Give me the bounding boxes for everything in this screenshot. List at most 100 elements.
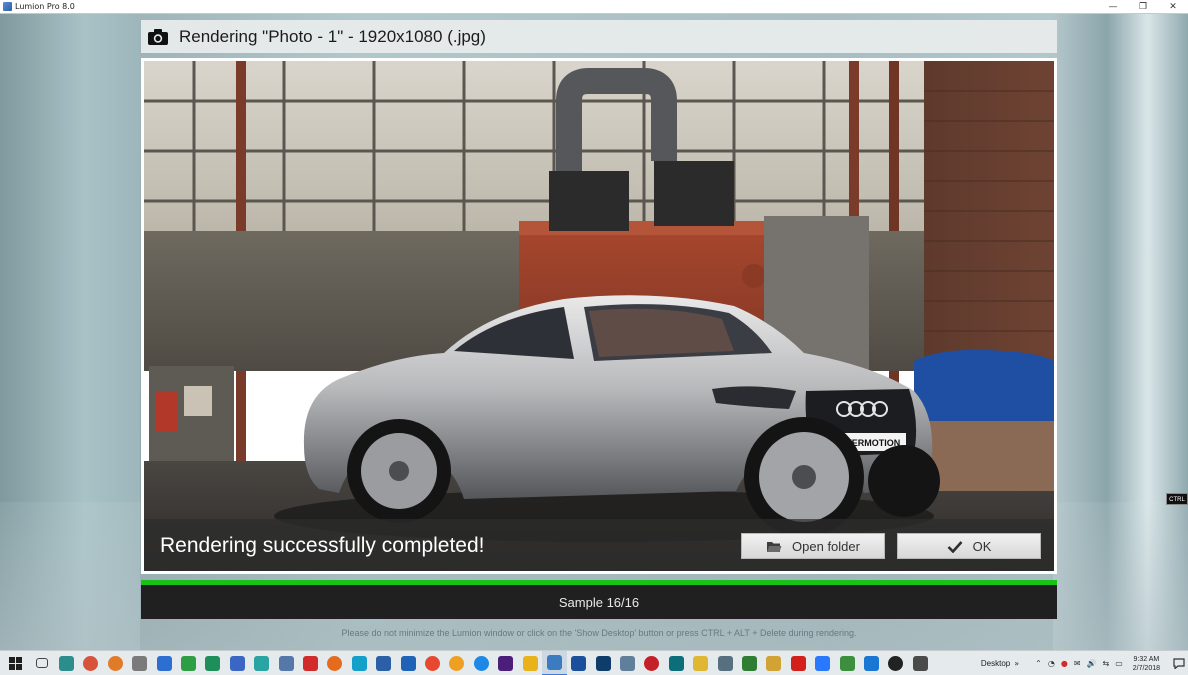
keyboard-icon[interactable]: ▭ (1115, 659, 1123, 668)
app-icon-34-glyph (863, 655, 879, 671)
app-icon-32[interactable] (811, 651, 835, 675)
app-icon-10-glyph (278, 655, 294, 671)
app-icon-4[interactable] (128, 651, 152, 675)
folder-icon (767, 541, 782, 552)
window-titlebar: Lumion Pro 8.0 — ❐ ✕ (0, 0, 1188, 14)
app-icon-36-glyph (912, 655, 928, 671)
windows-taskbar: Desktop » ⌃ ◔ ● ✉ 🔊 ⇆ ▭ 9:32 AM 2/7/2018 (0, 650, 1188, 675)
windows-logo-icon (8, 656, 22, 670)
ok-button[interactable]: OK (897, 533, 1041, 559)
acrobat-icon[interactable] (786, 651, 810, 675)
app-icon-13[interactable] (347, 651, 371, 675)
app-icon-10[interactable] (274, 651, 298, 675)
app-icon-27-glyph (693, 655, 709, 671)
ctrl-key-overlay: CTRL (1166, 493, 1188, 505)
start-button[interactable] (0, 651, 30, 675)
window-controls: — ❐ ✕ (1098, 0, 1188, 14)
app-icon-25[interactable] (640, 651, 664, 675)
app-icon-1-glyph (59, 655, 75, 671)
app-icon-3-glyph (107, 655, 123, 671)
app-icon-14[interactable] (371, 651, 395, 675)
app-icon-28[interactable] (713, 651, 737, 675)
volume-icon[interactable]: 🔊 (1087, 659, 1097, 668)
photoshop-icon-glyph (595, 655, 611, 671)
taskbar-app-list (30, 650, 932, 675)
restore-button[interactable]: ❐ (1128, 0, 1158, 14)
close-button[interactable]: ✕ (1158, 0, 1188, 14)
render-dialog-header: Rendering "Photo - 1" - 1920x1080 (.jpg) (141, 20, 1057, 53)
app-icon-16-glyph (424, 655, 440, 671)
app-icon-4-glyph (132, 655, 148, 671)
app-icon-30[interactable] (762, 651, 786, 675)
app-icon-24[interactable] (615, 651, 639, 675)
app-icon-6[interactable] (176, 651, 200, 675)
firefox-icon[interactable] (323, 651, 347, 675)
app-icon-34[interactable] (859, 651, 883, 675)
completion-message: Rendering successfully completed! (160, 534, 485, 557)
app-icon-11-glyph (302, 655, 318, 671)
rendered-photo: EVERMOTION (144, 61, 1054, 571)
tray-app-icon-1[interactable]: ◔ (1048, 659, 1055, 668)
app-icon-7-glyph (205, 655, 221, 671)
app-icon-20[interactable] (518, 651, 542, 675)
open-folder-label: Open folder (792, 538, 860, 554)
app-icon-27[interactable] (689, 651, 713, 675)
app-icon-5[interactable] (152, 651, 176, 675)
checkmark-icon (947, 540, 963, 553)
render-warning-hint: Please do not minimize the Lumion window… (341, 628, 857, 638)
clock-date: 2/7/2018 (1132, 664, 1160, 672)
app-icon-35[interactable] (884, 651, 908, 675)
app-icon-6-glyph (181, 655, 197, 671)
app-icon-9[interactable] (250, 651, 274, 675)
lumion-app-icon (3, 2, 12, 11)
taskbar-clock[interactable]: 9:32 AM 2/7/2018 (1133, 655, 1160, 673)
notification-button[interactable] (1170, 651, 1188, 675)
app-icon-35-glyph (888, 655, 904, 671)
app-icon-26-glyph (668, 655, 684, 671)
desktop-toolbar-chevron[interactable]: » (1014, 659, 1019, 668)
network-icon[interactable]: ⇆ (1102, 659, 1109, 668)
app-icon-2[interactable] (79, 651, 103, 675)
photoshop-icon[interactable] (591, 651, 615, 675)
app-icon-17[interactable] (445, 651, 469, 675)
app-icon-29[interactable] (737, 651, 761, 675)
render-preview: EVERMOTION (141, 58, 1057, 574)
dialog-title: Rendering "Photo - 1" - 1920x1080 (.jpg) (179, 26, 486, 46)
acrobat-icon-glyph (790, 655, 806, 671)
tray-app-icon-2[interactable]: ● (1061, 659, 1068, 668)
open-folder-button[interactable]: Open folder (741, 533, 885, 559)
app-icon-29-glyph (742, 655, 758, 671)
app-icon-2-glyph (83, 655, 99, 671)
app-icon-24-glyph (620, 655, 636, 671)
app-icon-11[interactable] (298, 651, 322, 675)
app-icon-7[interactable] (201, 651, 225, 675)
app-icon-9-glyph (254, 655, 270, 671)
app-icon-15[interactable] (396, 651, 420, 675)
app-icon-32-glyph (815, 655, 831, 671)
app-icon-16[interactable] (420, 651, 444, 675)
app-icon-3[interactable] (103, 651, 127, 675)
firefox-icon-glyph (327, 655, 343, 671)
camera-icon (148, 28, 168, 45)
app-icon-1[interactable] (54, 651, 78, 675)
app-icon-5-glyph (156, 655, 172, 671)
app-icon-36[interactable] (908, 651, 932, 675)
system-tray: Desktop » ⌃ ◔ ● ✉ 🔊 ⇆ ▭ 9:32 AM 2/7/2018 (981, 651, 1188, 675)
app-icon-26[interactable] (664, 651, 688, 675)
task-view-icon[interactable] (30, 651, 54, 675)
minimize-button[interactable]: — (1098, 0, 1128, 14)
tray-chevron-icon[interactable]: ⌃ (1035, 659, 1042, 668)
clock-time: 9:32 AM (1133, 655, 1160, 663)
app-icon-22-glyph (571, 655, 587, 671)
app-icon-22[interactable] (567, 651, 591, 675)
app-icon-18[interactable] (469, 651, 493, 675)
premiere-icon[interactable] (493, 651, 517, 675)
desktop-toolbar-label[interactable]: Desktop (981, 659, 1010, 668)
app-icon-8[interactable] (225, 651, 249, 675)
sample-counter: Sample 16/16 (558, 594, 640, 610)
tray-app-icon-3[interactable]: ✉ (1074, 659, 1081, 668)
app-icon-14-glyph (376, 655, 392, 671)
lumion-icon[interactable] (542, 650, 567, 675)
app-icon-33[interactable] (835, 651, 859, 675)
window-title: Lumion Pro 8.0 (15, 2, 75, 11)
